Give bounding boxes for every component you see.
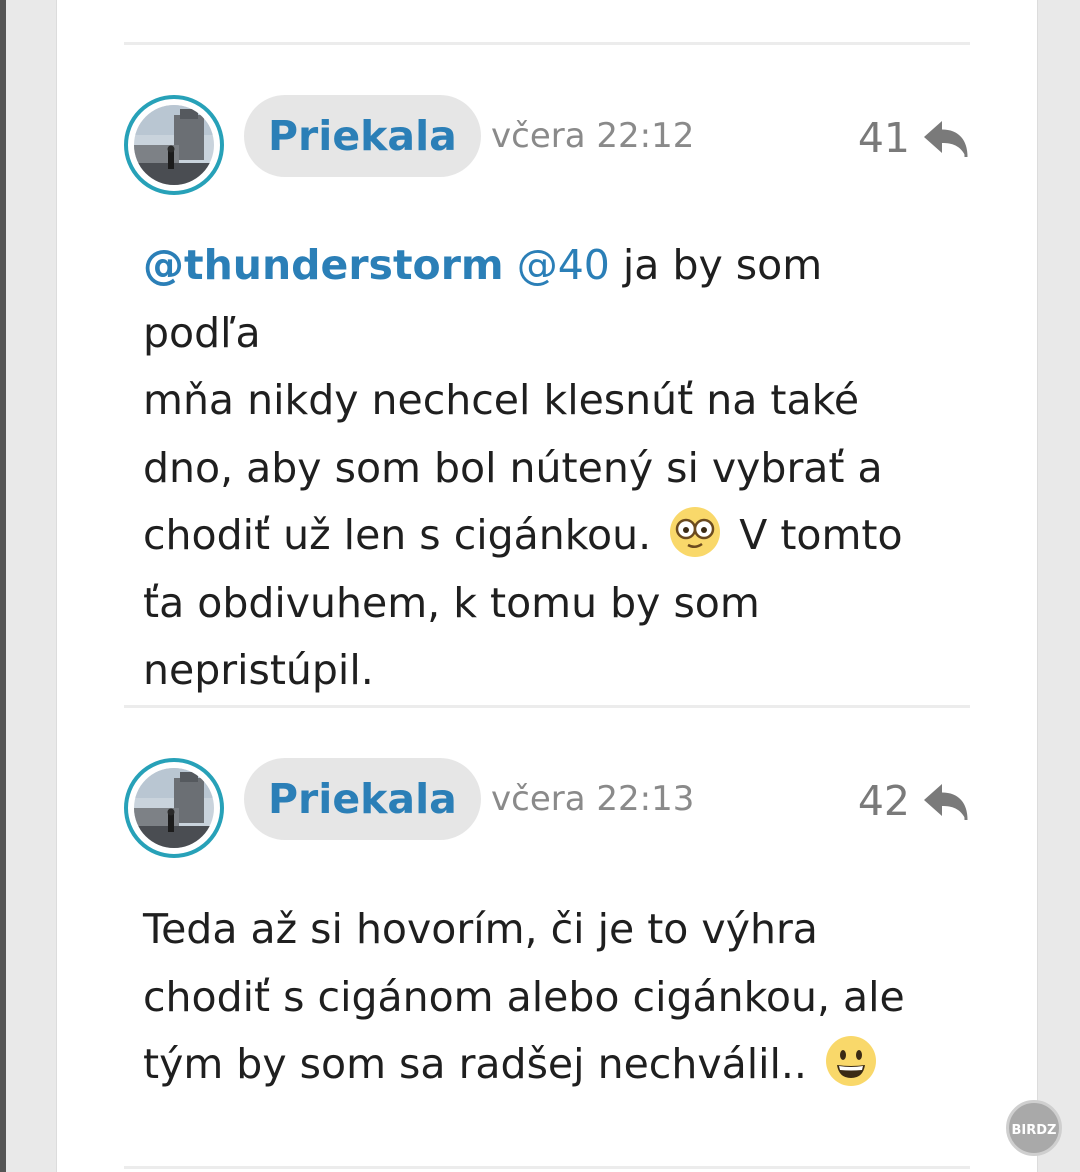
watermark-logo: BIRDZ	[1006, 1100, 1062, 1156]
username-link[interactable]: Priekala	[244, 758, 481, 840]
comment-number: 42	[857, 777, 910, 825]
comment-line: nepristúpil.	[143, 646, 374, 694]
comment-body: Teda až si hovorím, či je to výhra chodi…	[143, 896, 943, 1099]
nerd-glasses-face-icon	[670, 507, 721, 557]
comment-divider	[124, 705, 970, 708]
comment-divider	[124, 1166, 970, 1169]
comment-item: Priekala včera 22:12 41 @thunderstorm @4…	[124, 95, 970, 694]
comment-line: mňa nikdy nechcel klesnúť na také	[143, 376, 860, 424]
comment-line-text: V tomto	[726, 511, 903, 559]
comment-number: 41	[857, 114, 910, 162]
comment-divider	[124, 42, 970, 45]
mention-link[interactable]: @thunderstorm	[143, 241, 504, 289]
comment-line-text: chodiť už len s cigánkou.	[143, 511, 665, 559]
avatar[interactable]	[124, 95, 224, 195]
comment-line: chodiť už len s cigánkou. V tomto	[143, 502, 943, 570]
mention-link[interactable]: @40	[517, 241, 610, 289]
grinning-face-icon	[825, 1036, 876, 1086]
comments-page: Priekala včera 22:12 41 @thunderstorm @4…	[56, 0, 1038, 1172]
timestamp: včera 22:12	[491, 116, 695, 156]
screen-edge	[0, 0, 6, 1172]
comment-line: tým by som sa radšej nechválil..	[143, 1031, 943, 1099]
comment-line: ťa obdivuhem, k tomu by som	[143, 578, 760, 627]
username-link[interactable]: Priekala	[244, 95, 481, 177]
comment-body: @thunderstorm @40 ja by som podľa mňa ni…	[143, 232, 943, 705]
reply-icon[interactable]	[922, 780, 970, 824]
avatar-photo	[134, 105, 214, 185]
comment-line: @thunderstorm @40 ja by som podľa	[143, 232, 943, 367]
reply-icon[interactable]	[922, 117, 970, 161]
timestamp: včera 22:13	[491, 779, 695, 819]
comment-item: Priekala včera 22:13 42 Teda až si hovor…	[124, 758, 970, 1118]
avatar[interactable]	[124, 758, 224, 858]
comment-line: dno, aby som bol nútený si vybrať a	[143, 443, 883, 492]
comment-line: chodiť s cigánom alebo cigánkou, ale	[143, 972, 905, 1021]
comment-line: Teda až si hovorím, či je to výhra	[143, 905, 818, 953]
avatar-photo	[134, 768, 214, 848]
comment-line-text: tým by som sa radšej nechválil..	[143, 1040, 820, 1088]
